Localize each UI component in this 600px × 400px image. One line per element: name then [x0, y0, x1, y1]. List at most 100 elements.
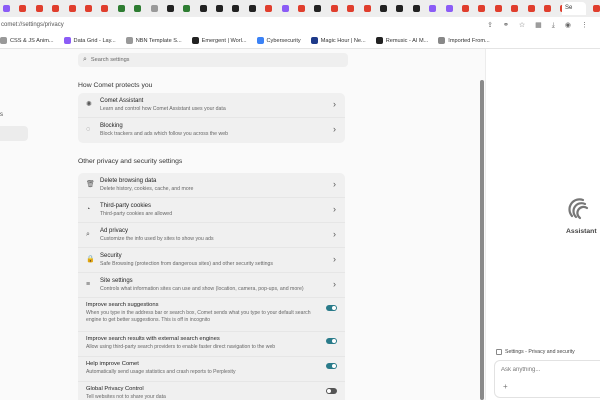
row-subtitle: Third-party cookies are allowed	[100, 211, 173, 217]
toggle-row: Improve search suggestions When you type …	[78, 298, 345, 332]
tab-favicon-icon[interactable]	[232, 5, 240, 12]
tab-favicon-icon[interactable]	[101, 5, 109, 12]
tab-favicon-icon[interactable]	[527, 5, 535, 12]
bookmark-label: Magic Hour | Ne...	[320, 37, 366, 44]
row-title: Site settings	[100, 278, 133, 284]
tab-favicon-icon[interactable]	[3, 5, 10, 12]
tab-strip: Se	[0, 0, 600, 17]
bookmark-favicon-icon	[63, 37, 71, 44]
tab-favicon-icon[interactable]	[166, 5, 174, 12]
tab-favicon-icon[interactable]	[412, 5, 420, 12]
toggle-switch[interactable]	[326, 338, 337, 344]
tab-favicon-icon[interactable]	[396, 5, 404, 12]
bookmark-item[interactable]: Magic Hour | Ne...	[310, 37, 366, 44]
sidebar-item-active[interactable]	[0, 126, 28, 141]
chevron-right-icon: ›	[333, 124, 336, 134]
address-bar: comet://settings/privacy ⇪ ⚭ ☆ ▦ ⤓ ◉ ⋮	[0, 17, 600, 33]
search-icon: ⌕	[83, 56, 87, 63]
toggle-knob	[332, 364, 336, 368]
tab-favicon-icon[interactable]	[35, 5, 43, 12]
toggle-switch[interactable]	[326, 305, 337, 311]
toggle-row-title: Improve search suggestions	[86, 302, 159, 308]
tab-favicon-icon[interactable]	[265, 5, 273, 12]
chevron-right-icon: ›	[333, 204, 336, 214]
comet-assistant-icon: ✺	[86, 101, 92, 108]
tab-favicon-icon[interactable]	[314, 5, 322, 12]
tab-favicon-icon[interactable]	[134, 5, 142, 12]
link-icon[interactable]: ⚭	[503, 22, 509, 29]
settings-page: s ⌕ How Comet protects you ✺ Comet Assist…	[0, 49, 485, 400]
tab-favicon-icon[interactable]	[330, 5, 338, 12]
row-title: Blocking	[100, 123, 123, 129]
tab-favicon-icon[interactable]	[347, 5, 355, 12]
tab-favicon-icon[interactable]	[363, 5, 371, 12]
tab-favicon-icon[interactable]	[511, 5, 519, 12]
bookmark-item[interactable]: Imported From...	[438, 37, 490, 44]
download-icon[interactable]: ⤓	[552, 22, 555, 29]
scrollbar[interactable]	[480, 80, 484, 400]
search-input[interactable]	[90, 57, 331, 63]
bookmark-item[interactable]: CSS & JS Anim...	[0, 37, 54, 44]
toggle-row: Improve search results with external sea…	[78, 332, 345, 357]
row-title: Delete browsing data	[100, 178, 157, 184]
profile-icon[interactable]: ◉	[565, 22, 571, 29]
tab-favicon-icon[interactable]	[281, 5, 289, 12]
bookmark-favicon-icon	[375, 37, 383, 44]
tab-favicon-icon[interactable]	[52, 5, 60, 12]
settings-row[interactable]: ✺ Comet Assistant Learn and control how Co…	[78, 93, 345, 118]
row-subtitle: Customize the info used by sites to show…	[100, 236, 214, 242]
tab-favicon-icon[interactable]	[429, 5, 437, 12]
ask-box[interactable]: +	[494, 360, 600, 398]
context-chip[interactable]: Settings - Privacy and security	[496, 349, 575, 355]
assistant-label: Assistant	[566, 228, 597, 235]
settings-row[interactable]: ◌ Blocking Block trackers and ads which fo…	[78, 118, 345, 143]
url-field[interactable]: comet://settings/privacy	[0, 22, 487, 28]
settings-row[interactable]: 🗑 Delete browsing data Delete history, coo…	[78, 173, 345, 198]
trash-icon: 🗑	[86, 181, 95, 188]
tab-active[interactable]: Se	[562, 2, 586, 15]
bookmark-label: NBN Template S...	[135, 37, 182, 44]
toggle-row-subtitle: When you type in the address bar or sear…	[86, 310, 311, 324]
add-attachment-icon[interactable]: +	[503, 383, 508, 391]
ask-input[interactable]	[501, 367, 596, 373]
tab-favicon-icon[interactable]	[183, 5, 191, 12]
extension-icon[interactable]: ▦	[535, 22, 542, 29]
tab-favicon-icon[interactable]	[478, 5, 486, 12]
menu-icon[interactable]: ⋮	[581, 22, 588, 29]
tab-favicon-icon[interactable]	[248, 5, 256, 12]
tab-favicon-icon[interactable]	[461, 5, 469, 12]
tab-favicon-icon[interactable]	[117, 5, 125, 12]
tab-favicon-icon[interactable]	[445, 5, 453, 12]
toggle-row-title: Global Privacy Control	[86, 386, 144, 392]
toggle-switch[interactable]	[326, 363, 337, 369]
star-icon[interactable]: ☆	[519, 22, 525, 29]
row-title: Third-party cookies	[100, 203, 152, 209]
tab-favicon-icon[interactable]	[593, 5, 600, 12]
tab-favicon-icon[interactable]	[494, 5, 502, 12]
tab-favicon-icon[interactable]	[68, 5, 76, 12]
bookmark-item[interactable]: Remusic - AI M...	[375, 37, 428, 44]
settings-row[interactable]: ⌕ Ad privacy Customize the info used by si…	[78, 223, 345, 248]
comet-logo-icon	[568, 198, 589, 220]
share-icon[interactable]: ⇪	[487, 22, 493, 29]
tab-favicon-icon[interactable]	[298, 5, 306, 12]
tab-favicon-icon[interactable]	[543, 5, 551, 12]
tab-favicon-icon[interactable]	[216, 5, 224, 12]
settings-row[interactable]: ◔ Third-party cookies Third-party cookies …	[78, 198, 345, 223]
other-card: 🗑 Delete browsing data Delete history, coo…	[78, 173, 345, 400]
search-box[interactable]: ⌕	[78, 53, 348, 67]
bookmark-item[interactable]: Emergent | Worl...	[191, 37, 247, 44]
tab-favicon-icon[interactable]	[199, 5, 207, 12]
settings-row[interactable]: 🔒 Security Safe Browsing (protection from …	[78, 248, 345, 273]
toggle-switch[interactable]	[326, 388, 337, 394]
tab-favicon-icon[interactable]	[84, 5, 92, 12]
tab-favicon-icon[interactable]	[19, 5, 27, 12]
bookmark-item[interactable]: NBN Template S...	[125, 37, 182, 44]
tab-favicon-icon[interactable]	[379, 5, 387, 12]
settings-row[interactable]: ≡ Site settings Controls what information …	[78, 273, 345, 298]
bookmark-item[interactable]: Cybersecurity	[256, 37, 301, 44]
tab-favicon-icon[interactable]	[150, 5, 158, 12]
blocking-icon: ◌	[86, 126, 91, 133]
bookmark-item[interactable]: Data Grid - Lay...	[63, 37, 116, 44]
sidebar-item-partial[interactable]: s	[0, 112, 3, 118]
